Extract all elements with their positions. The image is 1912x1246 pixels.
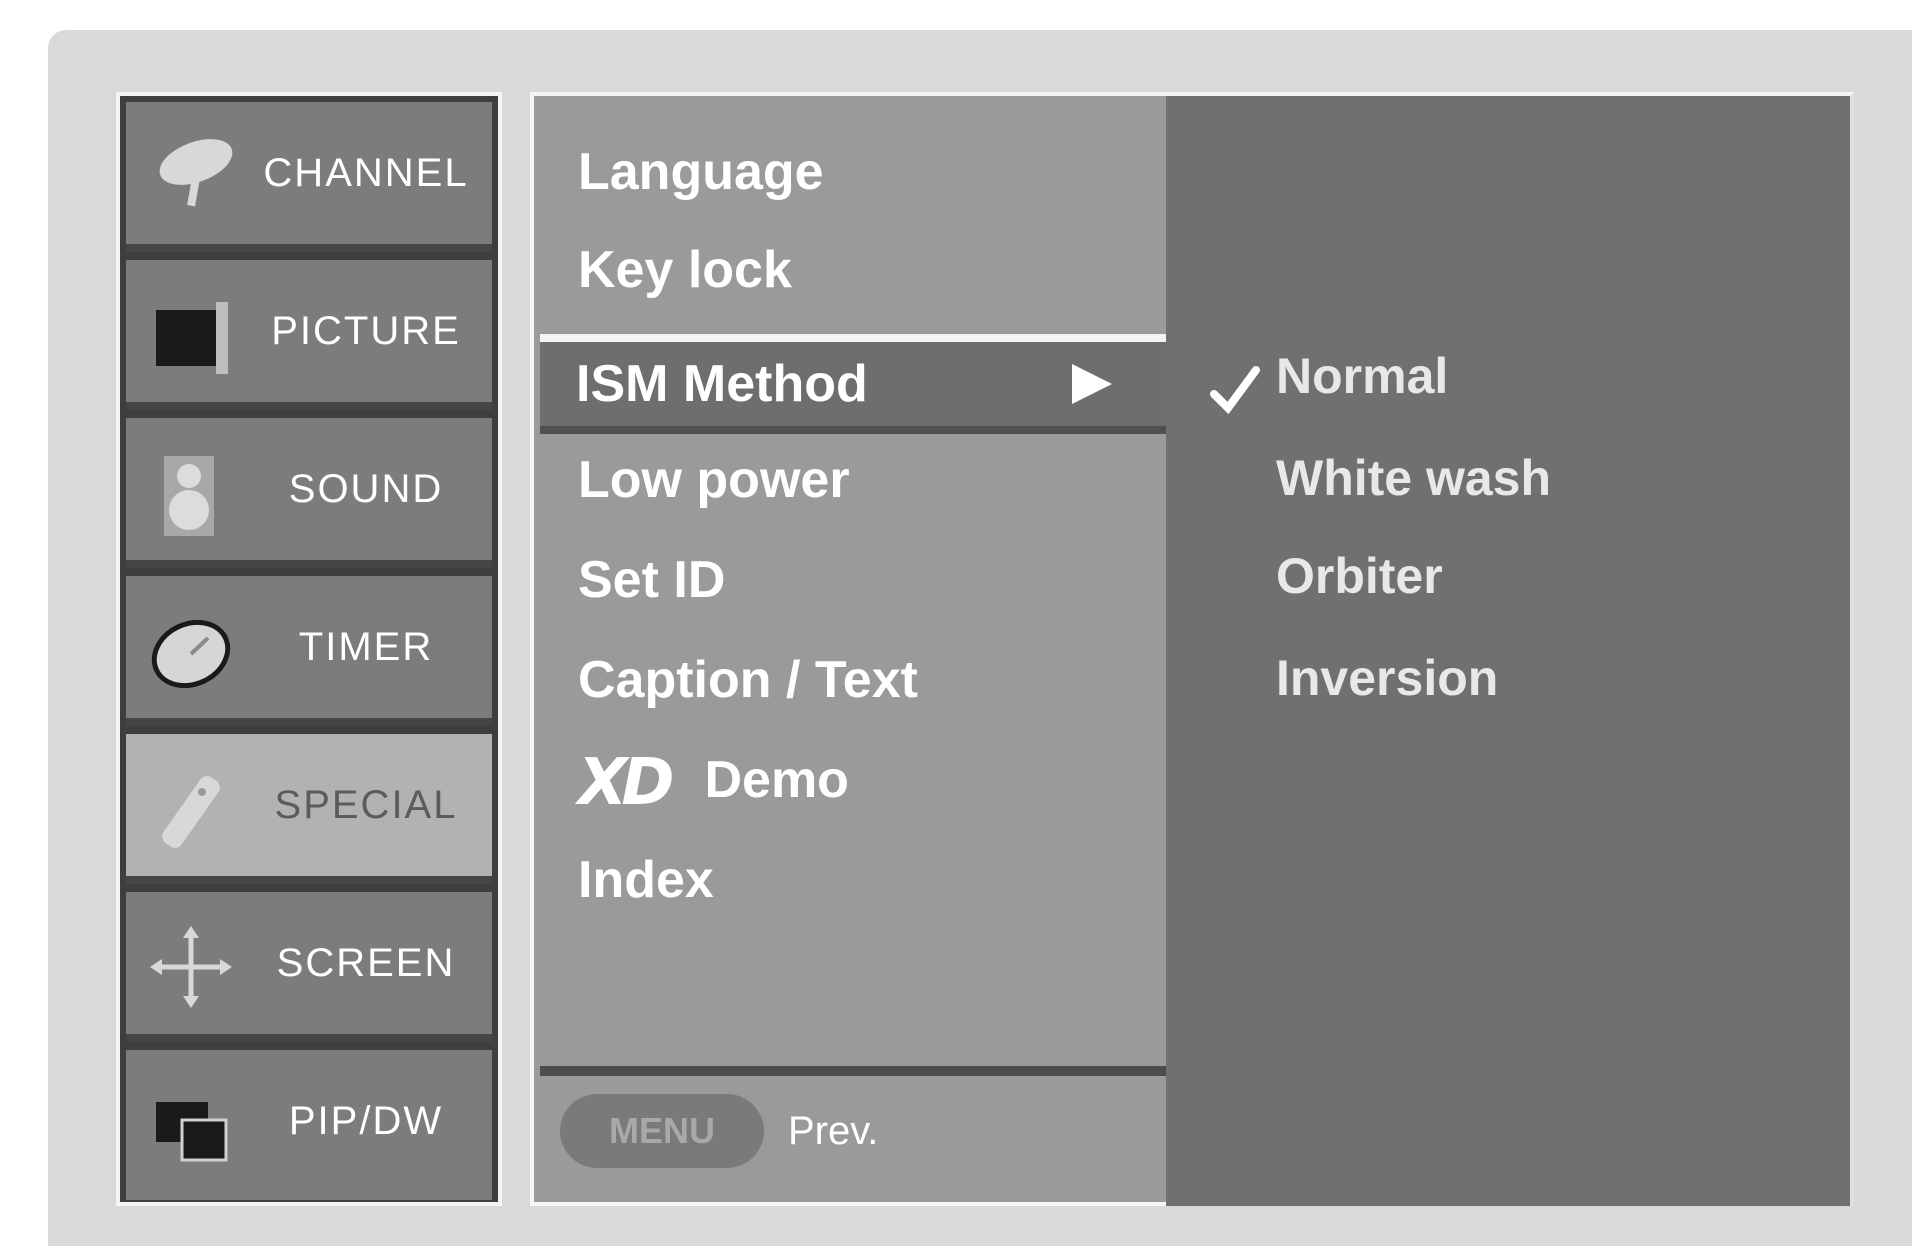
checkmark-icon (1210, 366, 1260, 415)
remote-control-icon (162, 776, 220, 848)
tv-screen-icon (156, 302, 228, 374)
menu-item-caption-text[interactable]: Caption / Text (578, 640, 918, 720)
menu-item-low-power[interactable]: Low power (578, 440, 850, 520)
category-channel[interactable]: CHANNEL (126, 102, 492, 252)
category-screen[interactable]: SCREEN (126, 892, 492, 1042)
submenu-option-orbiter[interactable]: Orbiter (1276, 536, 1443, 616)
menu-item-set-id[interactable]: Set ID (578, 540, 725, 620)
category-special[interactable]: SPECIAL (126, 734, 492, 884)
ism-method-submenu: Normal White wash Orbiter Inversion (1166, 92, 1854, 1206)
speaker-icon (164, 456, 214, 536)
move-arrows-icon (150, 926, 232, 1008)
menu-item-language[interactable]: Language (578, 132, 824, 212)
menu-item-label: ISM Method (576, 355, 868, 413)
category-label: SPECIAL (274, 783, 458, 827)
category-label: SOUND (288, 467, 444, 511)
prev-label: Prev. (788, 1109, 879, 1153)
menu-footer: MENU Prev. (540, 1066, 1170, 1186)
category-label: PICTURE (271, 309, 461, 353)
category-picture[interactable]: PICTURE (126, 260, 492, 410)
xd-logo: XD (578, 746, 675, 821)
satellite-dish-icon (159, 139, 233, 207)
clock-icon (151, 619, 231, 689)
submenu-arrow-icon (1072, 364, 1112, 404)
special-menu-panel: Language Key lock ISM Method Low power S… (530, 92, 1180, 1206)
menu-item-index[interactable]: Index (578, 840, 714, 920)
menu-item-key-lock[interactable]: Key lock (578, 230, 792, 310)
submenu-option-white-wash[interactable]: White wash (1276, 438, 1551, 518)
category-timer[interactable]: TIMER (126, 576, 492, 726)
category-label: PIP/DW (288, 1099, 444, 1143)
menu-button[interactable]: MENU (560, 1094, 764, 1168)
category-label: SCREEN (276, 941, 456, 985)
menu-item-ism-method[interactable]: ISM Method (540, 334, 1180, 434)
menu-item-xd-demo[interactable]: XD Demo (578, 740, 849, 820)
category-label: CHANNEL (263, 151, 469, 195)
menu-item-label: Demo (704, 751, 849, 809)
category-sound[interactable]: SOUND (126, 418, 492, 568)
submenu-option-inversion[interactable]: Inversion (1276, 638, 1498, 718)
category-pip-dw[interactable]: PIP/DW (126, 1050, 492, 1200)
pip-windows-icon (156, 1102, 228, 1162)
category-label: TIMER (298, 625, 434, 669)
category-sidebar: CHANNEL PICTURE SOUND TIMER SPECIAL SCRE… (116, 92, 502, 1206)
submenu-option-normal[interactable]: Normal (1276, 336, 1448, 416)
